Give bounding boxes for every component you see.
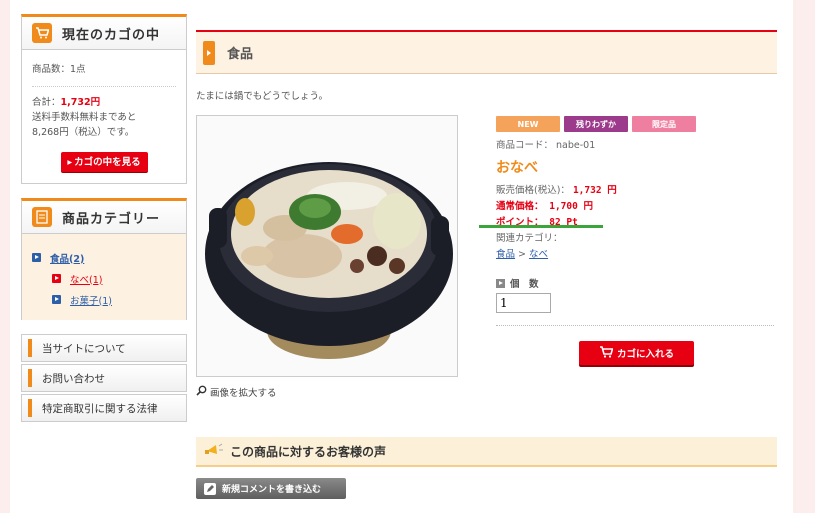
new-comment-button[interactable]: 新規コメントを書き込む <box>196 478 346 499</box>
arrow-icon: ▸ <box>67 156 73 168</box>
nav-contact[interactable]: お問い合わせ <box>21 364 187 392</box>
cart-item-count: 商品数：1点 <box>32 64 86 75</box>
product-code: 商品コード： nabe-01 <box>496 140 596 151</box>
category-intro: たまには鍋でもどうでしょう。 <box>196 91 328 102</box>
tag-few-left: 残りわずか <box>564 116 628 132</box>
category-item-sweets[interactable]: お菓子(1) <box>32 289 186 310</box>
related-category-links: 食品 > なべ <box>496 249 549 260</box>
tag-limited: 限定品 <box>632 116 696 132</box>
divider <box>496 325 774 326</box>
sale-price-value: 1,732 円 <box>572 185 617 196</box>
page-title: 食品 <box>227 47 254 62</box>
category-title: 商品カテゴリー <box>62 211 161 227</box>
cart-total-value: 1,732円 <box>60 97 101 108</box>
zoom-image-link[interactable]: 画像を拡大する <box>196 385 277 399</box>
arrow-icon <box>496 278 505 288</box>
category-heading-bar: 食品 <box>196 30 777 74</box>
cart-icon <box>32 23 52 43</box>
cart-icon <box>599 345 614 361</box>
cart-box: 現在のカゴの中 商品数：1点 合計：1,732円 送料手数料無料まであと 8,2… <box>21 14 187 184</box>
add-to-cart-button[interactable]: カゴに入れる <box>579 341 694 365</box>
reviews-heading-bar: この商品に対するお客様の声 <box>196 437 777 467</box>
quantity-label: 個 数 <box>496 276 551 290</box>
category-box: 商品カテゴリー 食品(2) なべ(1) お菓子(1) <box>21 198 187 320</box>
quantity-input[interactable] <box>496 293 551 313</box>
list-icon <box>32 207 52 227</box>
shipping-note-1: 送料手数料無料まであと <box>32 112 137 123</box>
nav-legal[interactable]: 特定商取引に関する法律 <box>21 394 187 422</box>
product-info: 商品コード： nabe-01 おなべ 販売価格(税込)： 1,732 円 通常価… <box>496 138 617 263</box>
cart-header: 現在のカゴの中 <box>22 17 186 50</box>
magnifier-icon <box>196 385 207 399</box>
quantity-block: 個 数 <box>496 276 551 313</box>
page: 現在のカゴの中 商品数：1点 合計：1,732円 送料手数料無料まであと 8,2… <box>10 0 793 513</box>
tag-new: NEW <box>496 116 560 132</box>
arrow-icon <box>203 40 215 65</box>
product-image[interactable] <box>196 115 458 377</box>
points: ポイント： 82 Pt <box>496 217 578 228</box>
shipping-note-2: 8,268円（税込）です。 <box>32 127 135 138</box>
highlight-underline <box>479 225 603 228</box>
bullet-icon <box>52 274 61 283</box>
view-cart-button[interactable]: ▸ カゴの中を見る <box>60 152 148 172</box>
bullet-icon <box>32 253 41 262</box>
pencil-icon <box>204 482 216 495</box>
bullet-icon <box>52 295 61 304</box>
nav-about[interactable]: 当サイトについて <box>21 334 187 362</box>
category-item-food[interactable]: 食品(2) <box>32 247 186 268</box>
cart-title: 現在のカゴの中 <box>62 27 161 43</box>
reviews-title: この商品に対するお客様の声 <box>230 444 387 459</box>
product-tags: NEW 残りわずか 限定品 <box>496 116 696 132</box>
megaphone-icon <box>204 442 224 461</box>
related-category-label: 関連カテゴリ： <box>496 233 563 244</box>
category-header: 商品カテゴリー <box>22 201 186 234</box>
cart-total: 合計：1,732円 <box>32 97 101 108</box>
sale-price: 販売価格(税込)： 1,732 円 <box>496 185 617 196</box>
normal-price: 通常価格： 1,700 円 <box>496 201 594 212</box>
related-cat-nabe[interactable]: なべ <box>529 249 548 260</box>
product-name: おなべ <box>496 160 538 176</box>
related-cat-food[interactable]: 食品 <box>496 249 515 260</box>
category-item-nabe[interactable]: なべ(1) <box>32 268 186 289</box>
